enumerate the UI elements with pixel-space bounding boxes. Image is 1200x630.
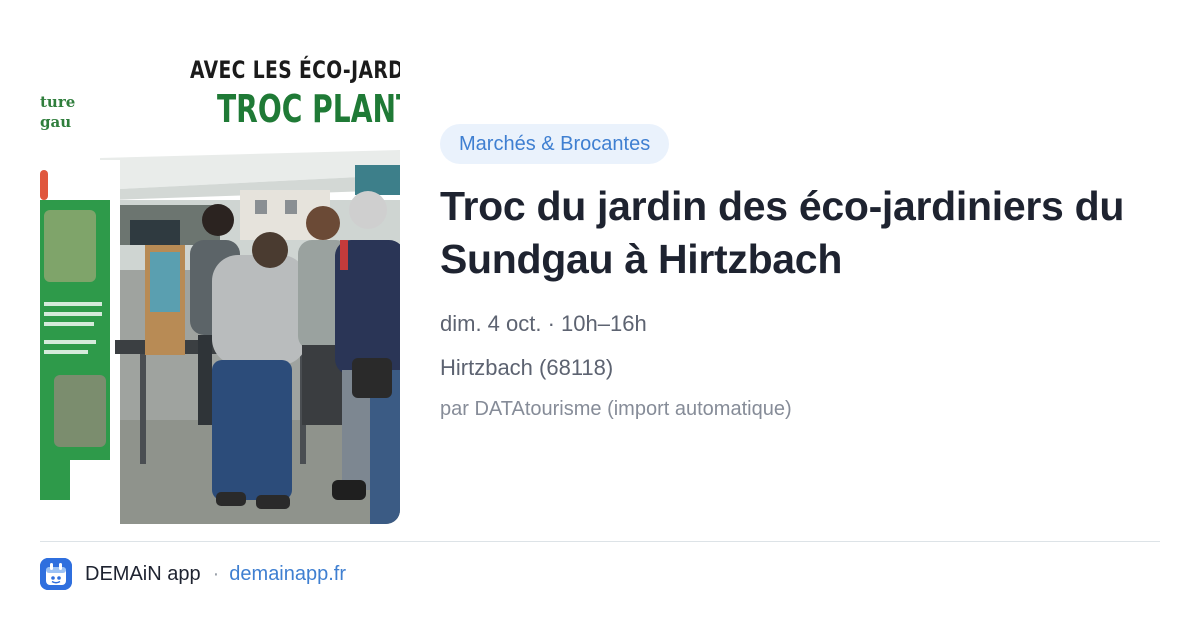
poster-side-line: gau — [40, 113, 72, 131]
poster-side-text: ture gau — [40, 92, 75, 132]
app-name: DEMAiN app — [85, 562, 201, 585]
demain-app-icon[interactable] — [40, 558, 72, 590]
event-source: par DATAtourisme (import automatique) — [440, 398, 792, 420]
app-domain-link[interactable]: demainapp.fr — [229, 563, 346, 586]
event-info: Marchés & Brocantes Troc du jardin des é… — [440, 124, 1160, 421]
event-date-time: dim. 4 oct. · 10h–16h — [440, 311, 647, 336]
category-chip[interactable]: Marchés & Brocantes — [440, 124, 670, 164]
event-card[interactable]: AVEC LES ÉCO-JARDIN TROC PLANTES ture ga… — [40, 40, 1160, 524]
poster-header-text: AVEC LES ÉCO-JARDIN — [190, 56, 400, 84]
event-title[interactable]: Troc du jardin des éco-jardiniers du Sun… — [440, 180, 1160, 286]
poster-title-text: TROC PLANTES — [217, 87, 400, 131]
poster-side-line: ture — [40, 93, 76, 111]
footer-separator: · — [212, 562, 220, 585]
event-photo: AVEC LES ÉCO-JARDIN TROC PLANTES ture ga… — [40, 40, 400, 524]
event-location: Hirtzbach (68118) — [440, 355, 614, 380]
footer-divider — [40, 541, 1160, 542]
footer: DEMAiN app · demainapp.fr — [40, 558, 346, 590]
